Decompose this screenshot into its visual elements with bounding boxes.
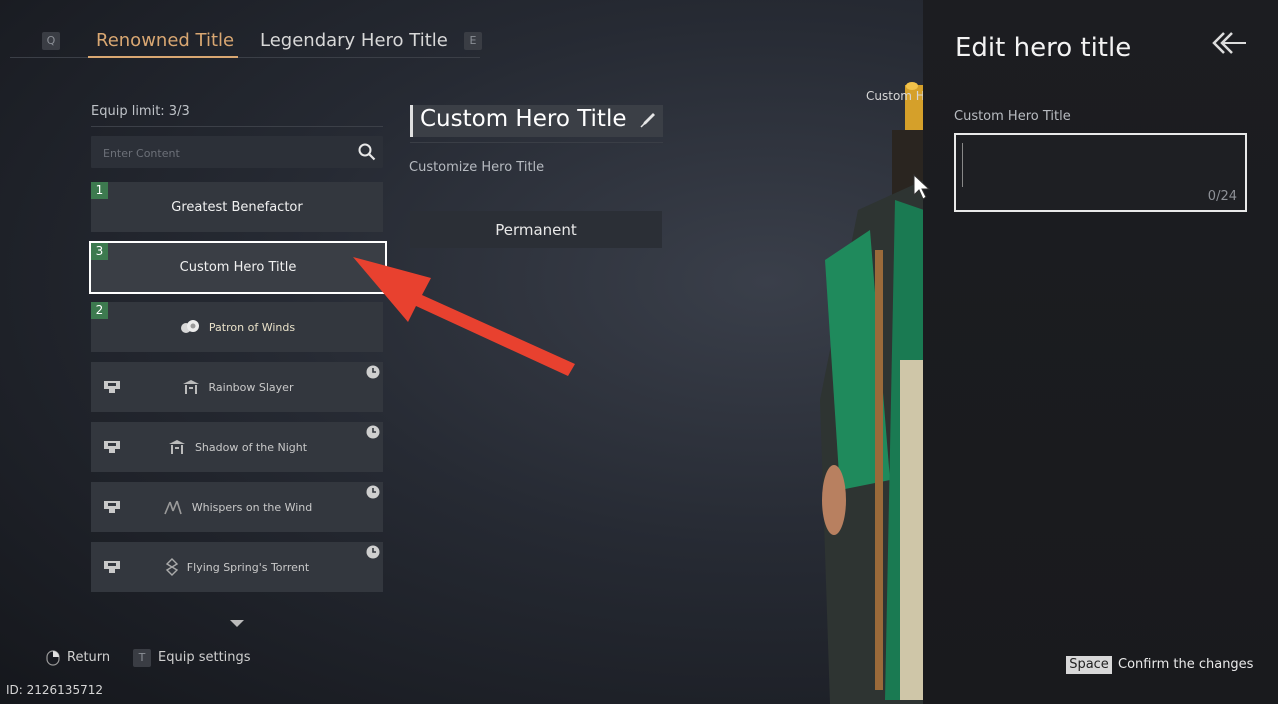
prev-tab-key[interactable]: Q [42, 32, 60, 50]
list-item-label: Shadow of the Night [194, 440, 308, 454]
search-input[interactable] [101, 142, 345, 164]
title-plaque: Shadow of the Night [140, 437, 334, 457]
character-counter: 0/24 [1207, 189, 1237, 204]
equip-limit: Equip limit: 3/3 [91, 104, 190, 119]
list-item-label: Rainbow Slayer [208, 380, 294, 394]
hero-floating-title: Custom Hero Title [866, 89, 924, 103]
divider [410, 142, 663, 143]
detail-title: Custom Hero Title [420, 106, 627, 132]
title-plaque-container: Flying Spring's Torrent [91, 542, 383, 592]
list-item-shadow-of-the-night[interactable]: Shadow of the Night [91, 422, 383, 472]
title-plaque-container: Whispers on the Wind [91, 482, 383, 532]
detail-description: Customize Hero Title [409, 160, 545, 175]
list-item-flying-springs-torrent[interactable]: Flying Spring's Torrent [91, 542, 383, 592]
list-item-label: Greatest Benefactor [171, 199, 303, 215]
mouse-right-icon [46, 650, 60, 666]
field-label: Custom Hero Title [954, 109, 1071, 124]
title-plaque-container: Shadow of the Night [91, 422, 383, 472]
return-button[interactable]: Return [67, 650, 110, 665]
back-arrow-icon[interactable] [1210, 30, 1248, 58]
pavilion-icon [182, 380, 199, 394]
title-plaque: Whispers on the Wind [135, 497, 339, 517]
divider [91, 126, 383, 127]
hero-character-model [820, 82, 924, 704]
mouse-cursor-icon [913, 173, 931, 200]
list-item-greatest-benefactor[interactable]: 1 Greatest Benefactor [91, 182, 383, 232]
pavilion-icon [168, 440, 185, 454]
list-item-label: Whispers on the Wind [191, 500, 313, 514]
list-item-whispers-on-the-wind[interactable]: Whispers on the Wind [91, 482, 383, 532]
title-plaque: Flying Spring's Torrent [138, 557, 336, 577]
tab-renowned-title[interactable]: Renowned Title [96, 30, 234, 51]
reed-icon [163, 500, 182, 515]
hero-title-field: 0/24 [954, 133, 1247, 212]
search-icon[interactable] [357, 142, 377, 162]
confirm-changes-button[interactable]: Confirm the changes [1118, 657, 1253, 672]
tab-legendary-hero-title[interactable]: Legendary Hero Title [260, 30, 448, 51]
confirm-key: Space [1066, 656, 1112, 674]
title-plaque: Patron of Winds [153, 317, 321, 337]
tab-bar-divider [10, 57, 480, 58]
detail-title-box: Custom Hero Title [410, 105, 663, 137]
spring-emblem-icon [165, 558, 178, 576]
panel-title: Edit hero title [955, 33, 1132, 63]
edit-hero-title-panel: Edit hero title Custom Hero Title 0/24 S… [923, 0, 1278, 704]
wind-cloud-icon [180, 320, 199, 333]
active-tab-indicator [88, 56, 238, 58]
pencil-icon[interactable] [639, 111, 657, 129]
player-id: ID: 2126135712 [6, 683, 103, 697]
annotation-arrow-icon [353, 257, 575, 376]
scroll-down-icon[interactable] [230, 620, 244, 627]
search-bar [91, 136, 383, 168]
hero-title-input[interactable] [962, 143, 1237, 187]
list-item-label: Patron of Winds [208, 320, 296, 334]
equip-settings-key: T [133, 649, 151, 667]
next-tab-key[interactable]: E [464, 32, 482, 50]
equip-settings-button[interactable]: Equip settings [158, 650, 251, 665]
title-plaque: Rainbow Slayer [154, 377, 320, 397]
list-item-label: Flying Spring's Torrent [186, 560, 310, 574]
